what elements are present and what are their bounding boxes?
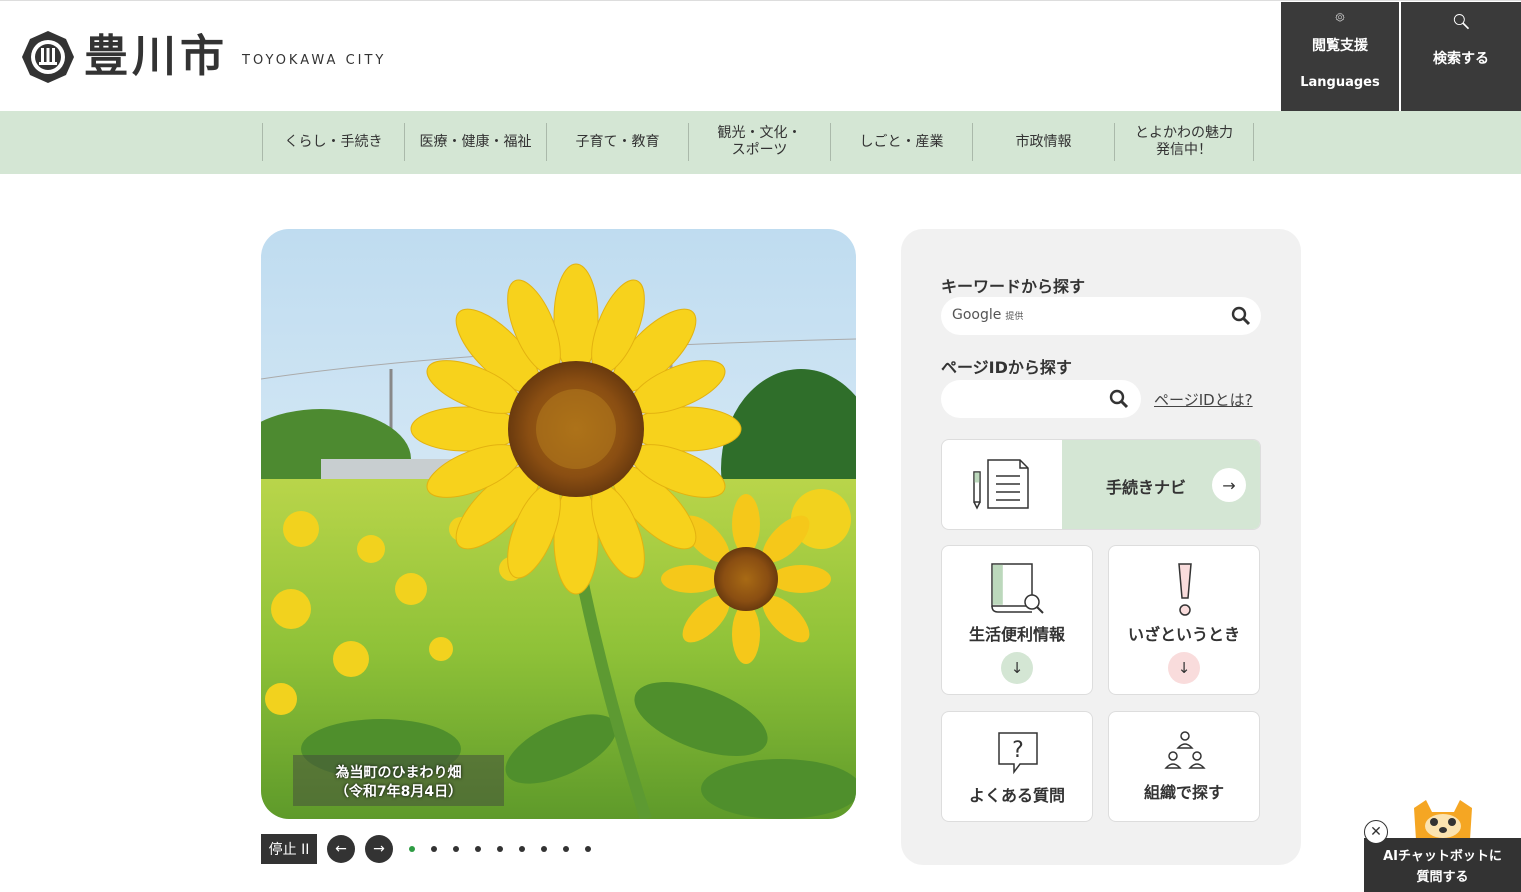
nav-item-childcare[interactable]: 子育て・教育 xyxy=(546,123,688,161)
site-header: 豊川市 TOYOKAWA CITY 閲覧支援 Languages 検索する xyxy=(0,0,1521,111)
pageid-search-label: ページIDから探す xyxy=(941,358,1072,377)
slideshow-dot[interactable] xyxy=(585,846,591,852)
nav-item-city-info[interactable]: 市政情報 xyxy=(972,123,1114,161)
svg-text:?: ? xyxy=(1012,738,1024,763)
navi-icon-area xyxy=(942,440,1062,529)
languages-label: Languages xyxy=(1300,74,1380,90)
search-icon[interactable] xyxy=(1109,389,1129,409)
emergency-label: いざというとき xyxy=(1127,625,1240,644)
ai-chatbot-label-2: 質問する xyxy=(1416,869,1469,885)
language-support-label: 閲覧支援 xyxy=(1312,37,1368,54)
city-emblem-icon xyxy=(22,31,74,83)
arrow-right-icon: → xyxy=(1212,468,1246,502)
google-sub: 提供 xyxy=(1005,312,1024,322)
nav-item-business[interactable]: しごと・産業 xyxy=(830,123,972,161)
site-search-button[interactable]: 検索する xyxy=(1401,2,1521,111)
emergency-button[interactable]: いざというとき ↓ xyxy=(1108,545,1260,695)
search-icon[interactable] xyxy=(1231,306,1251,326)
sunflower-field-photo xyxy=(261,229,856,819)
slideshow-dot[interactable] xyxy=(563,846,569,852)
slideshow-dot[interactable] xyxy=(409,846,415,852)
arrow-down-icon: ↓ xyxy=(1001,652,1033,684)
google-text: Google xyxy=(952,307,1002,323)
organization-icon xyxy=(1164,731,1206,769)
site-logo[interactable]: 豊川市 TOYOKAWA CITY xyxy=(20,29,386,85)
pageid-search-input[interactable] xyxy=(941,380,1141,418)
search-panel: キーワードから探す Google 提供 ページIDから探す ページIDとは? 手… xyxy=(901,229,1301,865)
slideshow-image: 為当町のひまわり畑 （令和7年8月4日） xyxy=(261,229,856,819)
keyword-search-label: キーワードから探す xyxy=(941,277,1086,296)
exclamation-icon xyxy=(1178,563,1192,616)
site-title-en: TOYOKAWA CITY xyxy=(242,52,387,68)
slideshow-dot[interactable] xyxy=(497,846,503,852)
global-nav: くらし・手続き 医療・健康・福祉 子育て・教育 観光・文化・ スポーツ しごと・… xyxy=(0,111,1521,174)
chatbot-close-button[interactable]: ✕ xyxy=(1364,820,1388,844)
pageid-help-link[interactable]: ページIDとは? xyxy=(1154,389,1253,410)
slideshow-dot[interactable] xyxy=(475,846,481,852)
life-info-button[interactable]: 生活便利情報 ↓ xyxy=(941,545,1093,695)
slideshow-dots xyxy=(409,846,607,852)
nav-item-health[interactable]: 医療・健康・福祉 xyxy=(404,123,546,161)
slideshow-next-button[interactable]: → xyxy=(365,835,393,863)
gear-icon xyxy=(1335,12,1345,23)
nav-item-tourism[interactable]: 観光・文化・ スポーツ xyxy=(688,123,830,161)
nav-item-living[interactable]: くらし・手続き xyxy=(262,123,404,161)
search-icon xyxy=(1453,14,1470,30)
ai-chatbot-label-1: AIチャットボットに xyxy=(1383,849,1502,864)
site-search-label: 検索する xyxy=(1433,51,1489,68)
slide-caption-date: （令和7年8月4日） xyxy=(334,783,463,800)
organization-search-button[interactable]: 組織で探す xyxy=(1108,711,1260,822)
faq-button[interactable]: ? よくある質問 xyxy=(941,711,1093,822)
question-bubble-icon: ? xyxy=(998,732,1038,775)
language-support-button[interactable]: 閲覧支援 Languages xyxy=(1281,2,1399,111)
slideshow-stop-button[interactable]: 停止 II xyxy=(261,834,317,864)
document-pencil-icon xyxy=(973,459,1029,510)
procedure-navi-label: 手続きナビ xyxy=(1106,478,1187,497)
site-title: 豊川市 xyxy=(84,31,228,82)
arrow-down-icon: ↓ xyxy=(1168,652,1200,684)
nav-item-attractions[interactable]: とよかわの魅力 発信中！ xyxy=(1114,123,1254,161)
slideshow-controls: 停止 II ← → xyxy=(261,834,607,864)
procedure-navi-button[interactable]: 手続きナビ → xyxy=(941,439,1261,530)
google-branding: Google 提供 xyxy=(952,307,1023,323)
mascot-icon xyxy=(1414,800,1472,840)
slideshow-prev-button[interactable]: ← xyxy=(327,835,355,863)
faq-label: よくある質問 xyxy=(968,786,1065,805)
slide-caption-title: 為当町のひまわり畑 xyxy=(335,765,462,781)
organization-search-label: 組織で探す xyxy=(1143,783,1224,802)
book-search-icon xyxy=(991,563,1044,614)
slideshow-dot[interactable] xyxy=(519,846,525,852)
slideshow-dot[interactable] xyxy=(453,846,459,852)
slideshow-dot[interactable] xyxy=(541,846,547,852)
ai-chatbot-button[interactable]: AIチャットボットに 質問する xyxy=(1364,838,1521,892)
slideshow-dot[interactable] xyxy=(431,846,437,852)
keyword-search-input[interactable]: Google 提供 xyxy=(941,297,1261,335)
navi-label-area: 手続きナビ → xyxy=(1062,440,1260,529)
slide-caption: 為当町のひまわり畑 （令和7年8月4日） xyxy=(293,755,504,806)
life-info-label: 生活便利情報 xyxy=(968,625,1065,644)
